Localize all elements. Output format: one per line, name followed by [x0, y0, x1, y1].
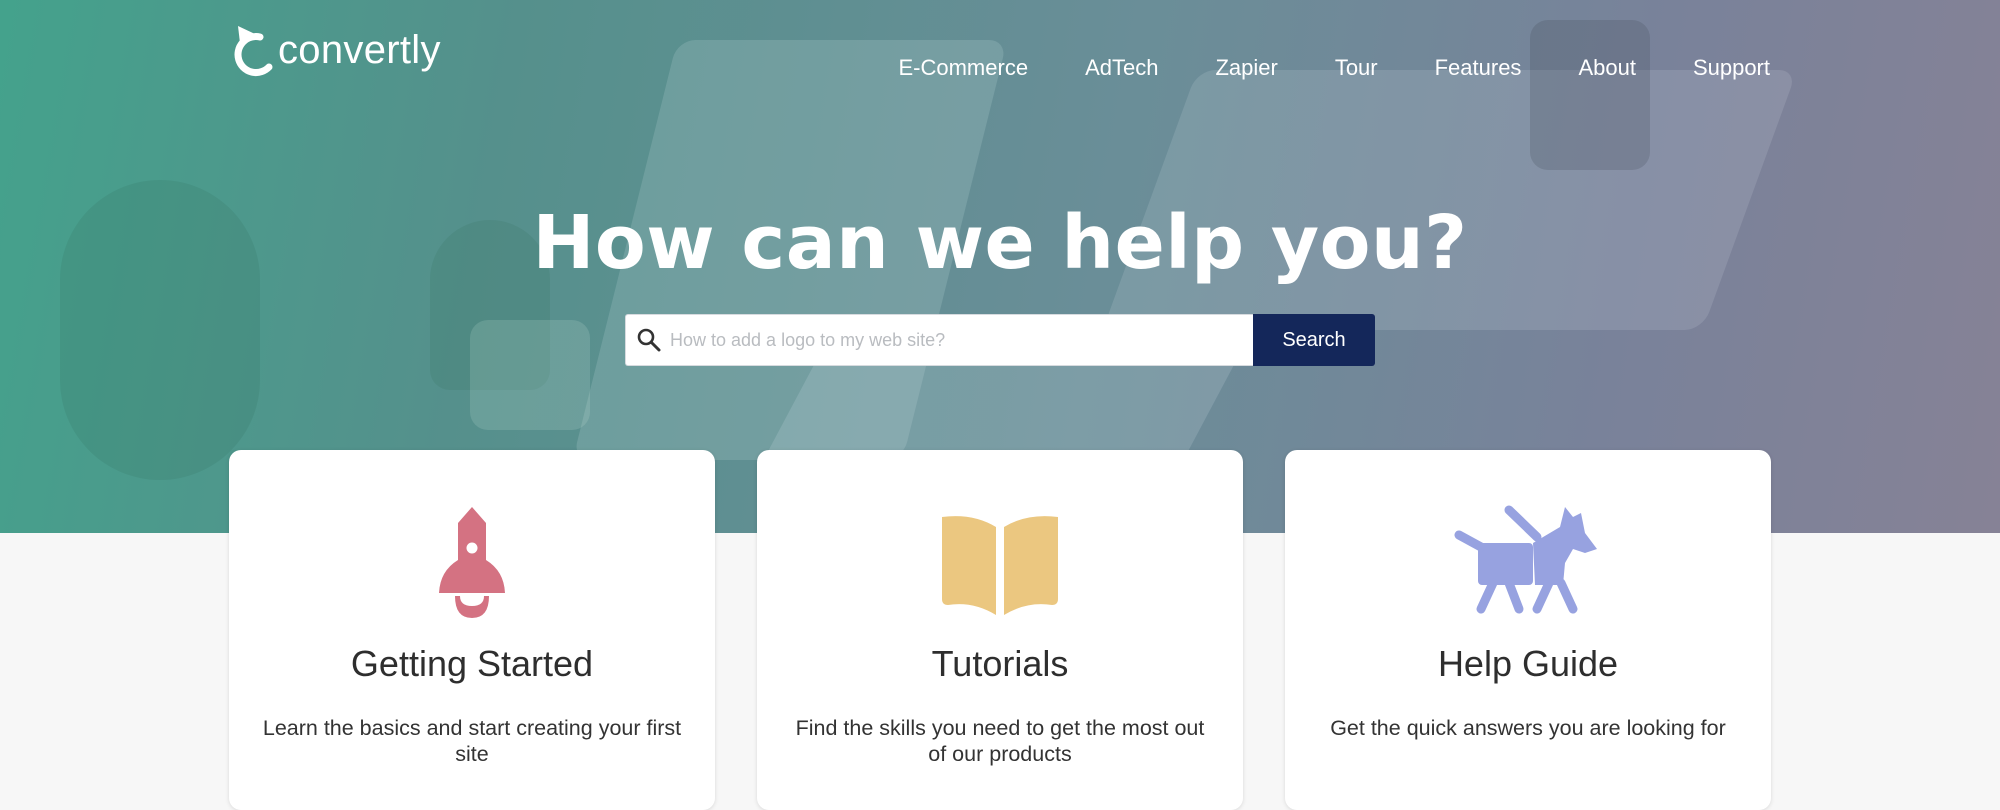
nav-item-zapier[interactable]: Zapier: [1215, 54, 1277, 82]
card-description: Get the quick answers you are looking fo…: [1330, 716, 1726, 740]
card-title: Help Guide: [1437, 643, 1619, 684]
card-tutorials[interactable]: Tutorials Find the skills you need to ge…: [757, 450, 1243, 810]
nav-item-tour[interactable]: Tour: [1335, 54, 1378, 82]
brand-logo[interactable]: convertly: [228, 24, 441, 82]
card-title: Getting Started: [350, 643, 594, 684]
rocket-icon: [439, 507, 505, 618]
nav-item-adtech[interactable]: AdTech: [1085, 54, 1158, 82]
search-form: Search: [625, 314, 1375, 366]
card-description: Learn the basics and start creating your…: [262, 716, 682, 766]
main-nav: E-Commerce AdTech Zapier Tour Features A…: [898, 54, 1770, 82]
nav-item-features[interactable]: Features: [1435, 54, 1522, 82]
convertly-logo-icon: [234, 26, 273, 77]
card-help-guide[interactable]: Help Guide Get the quick answers you are…: [1285, 450, 1771, 810]
card-getting-started[interactable]: Getting Started Learn the basics and sta…: [229, 450, 715, 810]
nav-item-support[interactable]: Support: [1693, 54, 1770, 82]
search-input[interactable]: [670, 315, 1253, 365]
open-book-icon: [942, 516, 1058, 615]
nav-item-about[interactable]: About: [1578, 54, 1636, 82]
brand-name: convertly: [278, 28, 441, 72]
background-mug: [1530, 20, 1650, 170]
page-title: How can we help you?: [532, 200, 1468, 286]
card-title: Tutorials: [931, 643, 1069, 684]
search-icon: [637, 328, 661, 352]
search-field: [625, 314, 1253, 366]
nav-item-e-commerce[interactable]: E-Commerce: [898, 54, 1028, 82]
search-button[interactable]: Search: [1253, 314, 1375, 366]
guide-dog-icon: [1454, 505, 1597, 614]
card-description: Find the skills you need to get the most…: [795, 716, 1205, 766]
background-pot: [470, 320, 590, 430]
